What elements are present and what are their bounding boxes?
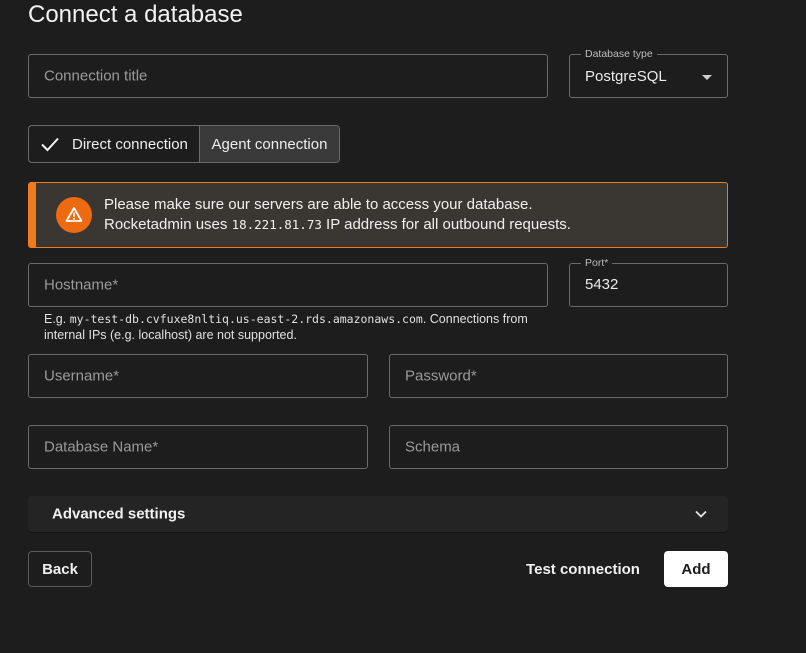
username-input[interactable]: Username* xyxy=(28,354,368,398)
database-type-value: PostgreSQL xyxy=(585,68,667,85)
username-placeholder: Username* xyxy=(44,367,120,385)
hostname-hint: E.g. my-test-db.cvfuxe8nltiq.us-east-2.r… xyxy=(44,311,544,343)
database-type-label: Database type xyxy=(581,47,657,61)
hint-example-host: my-test-db.cvfuxe8nltiq.us-east-2.rds.am… xyxy=(69,312,423,326)
page-title: Connect a database xyxy=(28,1,243,28)
connection-title-placeholder: Connection title xyxy=(44,67,148,85)
alert-line-2: Rocketadmin uses 18.221.81.73 IP address… xyxy=(104,216,571,233)
back-button[interactable]: Back xyxy=(28,551,92,587)
password-placeholder: Password* xyxy=(405,367,477,385)
agent-connection-label: Agent connection xyxy=(211,135,328,153)
alert-prefix: Rocketadmin uses xyxy=(104,216,232,233)
schema-placeholder: Schema xyxy=(405,438,461,456)
ip-warning-alert: Please make sure our servers are able to… xyxy=(28,182,728,248)
alert-suffix: IP address for all outbound requests. xyxy=(321,216,571,233)
warning-icon xyxy=(56,197,92,233)
advanced-settings-label: Advanced settings xyxy=(52,505,186,523)
hostname-placeholder: Hostname* xyxy=(44,276,119,294)
port-value: 5432 xyxy=(585,276,619,293)
database-type-select[interactable]: Database type PostgreSQL xyxy=(569,47,728,98)
alert-ip-address: 18.221.81.73 xyxy=(231,217,322,232)
chevron-down-icon xyxy=(702,75,712,80)
password-input[interactable]: Password* xyxy=(389,354,728,398)
direct-connection-option[interactable]: Direct connection xyxy=(29,126,200,162)
schema-input[interactable]: Schema xyxy=(389,425,728,469)
chevron-down-icon xyxy=(695,510,707,518)
test-connection-button[interactable]: Test connection xyxy=(520,551,646,587)
port-input[interactable]: Port* 5432 xyxy=(569,256,728,307)
database-name-placeholder: Database Name* xyxy=(44,438,159,456)
connect-database-page: Connect a database Connection title Data… xyxy=(0,0,806,653)
database-name-input[interactable]: Database Name* xyxy=(28,425,368,469)
alert-line-1: Please make sure our servers are able to… xyxy=(104,196,533,213)
connection-mode-toggle: Direct connection Agent connection xyxy=(28,125,340,163)
add-button[interactable]: Add xyxy=(664,551,728,587)
hint-prefix: E.g. xyxy=(44,312,70,326)
check-icon xyxy=(41,137,59,152)
connection-title-input[interactable]: Connection title xyxy=(28,54,548,98)
port-label: Port* xyxy=(581,256,613,270)
hostname-input[interactable]: Hostname* xyxy=(28,263,548,307)
advanced-settings-accordion[interactable]: Advanced settings xyxy=(28,496,728,532)
direct-connection-label: Direct connection xyxy=(72,135,188,153)
agent-connection-option[interactable]: Agent connection xyxy=(200,126,339,162)
